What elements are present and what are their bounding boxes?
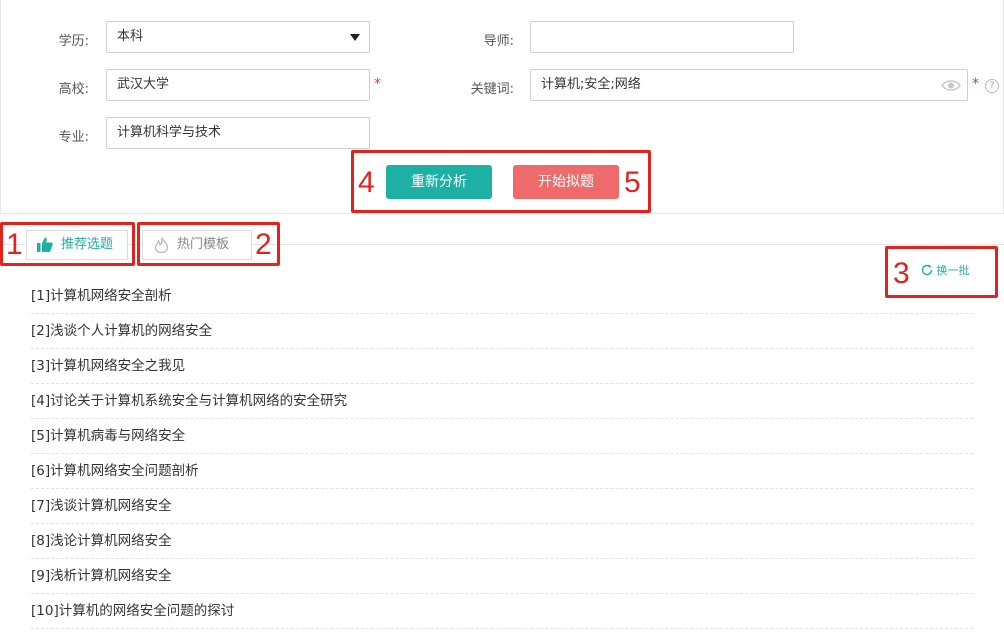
list-item[interactable]: [10]计算机的网络安全问题的探讨	[31, 594, 973, 629]
help-icon[interactable]: ?	[985, 79, 999, 93]
list-item[interactable]: [6]计算机网络安全问题剖析	[31, 454, 973, 489]
list-item[interactable]: [4]讨论关于计算机系统安全与计算机网络的安全研究	[31, 384, 973, 419]
list-item[interactable]: [7]浅谈计算机网络安全	[31, 489, 973, 524]
advisor-input[interactable]	[530, 21, 794, 53]
school-input[interactable]: 武汉大学	[106, 69, 370, 101]
eye-icon[interactable]	[941, 79, 961, 92]
major-input[interactable]: 计算机科学与技术	[106, 117, 370, 149]
list-item[interactable]: [3]计算机网络安全之我见	[31, 349, 973, 384]
keywords-value: 计算机;安全;网络	[541, 77, 641, 92]
education-value: 本科	[117, 29, 144, 44]
recommended-topic-list: [1]计算机网络安全剖析 [2]浅谈个人计算机的网络安全 [3]计算机网络安全之…	[31, 279, 973, 629]
list-item[interactable]: [8]浅论计算机网络安全	[31, 524, 973, 559]
annotation-number-4: 4	[358, 166, 375, 199]
education-label: 学历:	[58, 34, 89, 49]
annotation-box-actions	[351, 150, 651, 213]
annotation-number-5: 5	[624, 166, 641, 199]
list-item[interactable]: [2]浅谈个人计算机的网络安全	[31, 314, 973, 349]
keywords-required-mark: *	[972, 76, 979, 92]
school-required-mark: *	[374, 76, 381, 92]
major-label: 专业:	[58, 130, 89, 145]
list-item[interactable]: [1]计算机网络安全剖析	[31, 279, 973, 314]
keywords-label: 关键词:	[470, 82, 514, 97]
advisor-label: 导师:	[483, 34, 514, 49]
annotation-number-2: 2	[255, 228, 272, 261]
list-item[interactable]: [9]浅析计算机网络安全	[31, 559, 973, 594]
annotation-number-1: 1	[6, 228, 23, 261]
keywords-input[interactable]: 计算机;安全;网络	[530, 69, 968, 101]
caret-down-icon	[350, 34, 360, 41]
education-select[interactable]: 本科	[106, 21, 370, 53]
school-label: 高校:	[58, 82, 89, 97]
list-item[interactable]: [5]计算机病毒与网络安全	[31, 419, 973, 454]
